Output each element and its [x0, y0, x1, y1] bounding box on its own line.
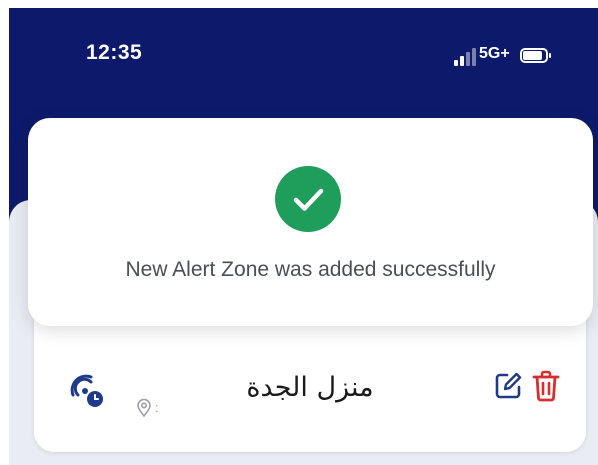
delete-button[interactable] — [531, 369, 561, 403]
success-toast: New Alert Zone was added successfully — [28, 118, 593, 326]
status-bar: 12:35 5G+ — [9, 8, 598, 88]
zone-address: : — [155, 400, 159, 415]
phone-screen: 12:35 5G+ منزل الجدة : New Alert Zone wa… — [9, 8, 598, 465]
location-pin-icon — [137, 398, 151, 418]
signal-bars-icon — [454, 46, 480, 66]
battery-icon — [520, 48, 551, 63]
network-type: 5G+ — [479, 45, 510, 62]
status-time: 12:35 — [86, 41, 143, 64]
edit-button[interactable] — [492, 370, 524, 402]
toast-message: New Alert Zone was added successfully — [125, 258, 496, 281]
check-circle-icon — [275, 166, 341, 232]
